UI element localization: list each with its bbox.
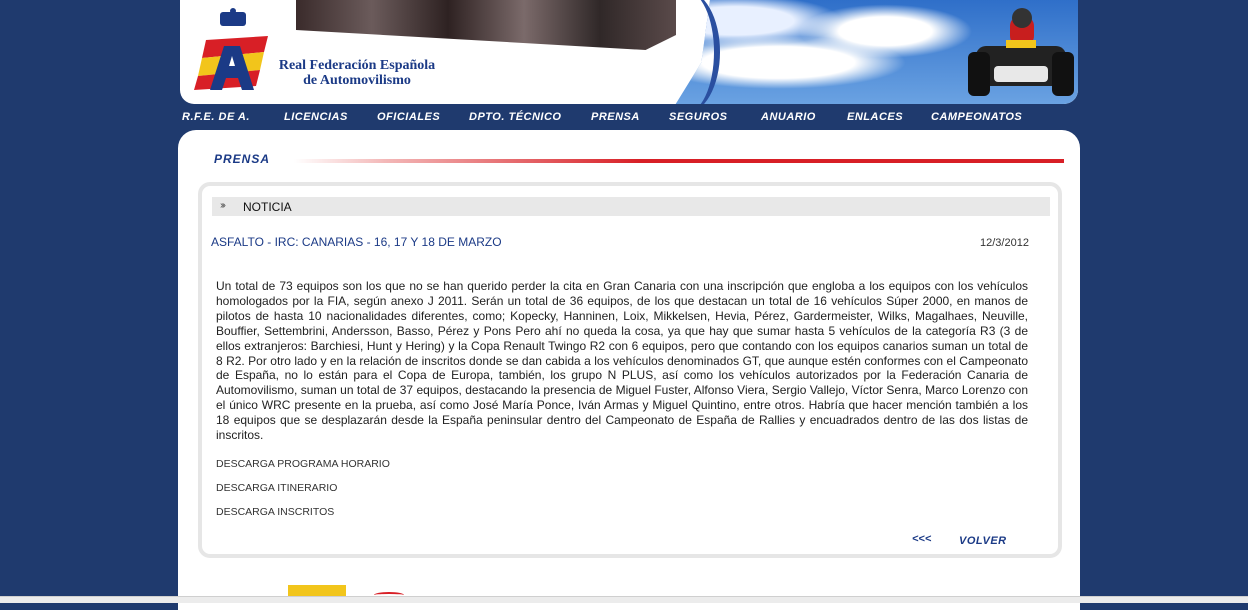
double-chevron-icon: ›››: [220, 200, 226, 211]
menu-item-licencias[interactable]: LICENCIAS: [284, 111, 348, 123]
rfea-logo[interactable]: [194, 6, 274, 92]
kart-photo: [968, 8, 1074, 96]
menu-item-seguros[interactable]: SEGUROS: [669, 111, 728, 123]
brand-line-1: Real Federación Española: [278, 58, 436, 73]
download-itinerario-link[interactable]: DESCARGA ITINERARIO: [216, 482, 337, 494]
main-menu: R.F.E. DE A. LICENCIAS OFICIALES DPTO. T…: [180, 108, 1078, 128]
back-button[interactable]: VOLVER: [959, 535, 1007, 547]
back-arrows-icon[interactable]: <<<: [912, 533, 931, 545]
header-banner: Real Federación Española de Automovilism…: [180, 0, 1078, 104]
content-panel: PRENSA ››› NOTICIA ASFALTO - IRC: CANARI…: [178, 130, 1080, 610]
menu-item-dpto-tecnico[interactable]: DPTO. TÉCNICO: [469, 111, 561, 123]
menu-item-campeonatos[interactable]: CAMPEONATOS: [931, 111, 1022, 123]
section-title: PRENSA: [214, 152, 271, 166]
news-date: 12/3/2012: [980, 237, 1029, 249]
news-header-bar: ››› NOTICIA: [212, 197, 1050, 216]
news-bar-label: NOTICIA: [243, 200, 292, 214]
menu-item-anuario[interactable]: ANUARIO: [761, 111, 816, 123]
section-divider: [294, 159, 1064, 163]
brand-line-2: de Automovilismo: [303, 73, 411, 88]
banner-swoosh: [650, 0, 720, 104]
news-headline: ASFALTO - IRC: CANARIAS - 16, 17 Y 18 DE…: [211, 235, 502, 249]
download-inscritos-link[interactable]: DESCARGA INSCRITOS: [216, 506, 334, 518]
download-programa-horario-link[interactable]: DESCARGA PROGRAMA HORARIO: [216, 458, 390, 470]
menu-item-oficiales[interactable]: OFICIALES: [377, 111, 440, 123]
crowd-photo: [296, 0, 676, 50]
news-body: Un total de 73 equipos son los que no se…: [216, 279, 1028, 443]
menu-item-rfea[interactable]: R.F.E. DE A.: [182, 111, 250, 123]
menu-item-enlaces[interactable]: ENLACES: [847, 111, 903, 123]
brand-name: Real Federación Española de Automovilism…: [272, 58, 442, 88]
menu-item-prensa[interactable]: PRENSA: [591, 111, 640, 123]
news-box: ››› NOTICIA ASFALTO - IRC: CANARIAS - 16…: [198, 182, 1062, 558]
